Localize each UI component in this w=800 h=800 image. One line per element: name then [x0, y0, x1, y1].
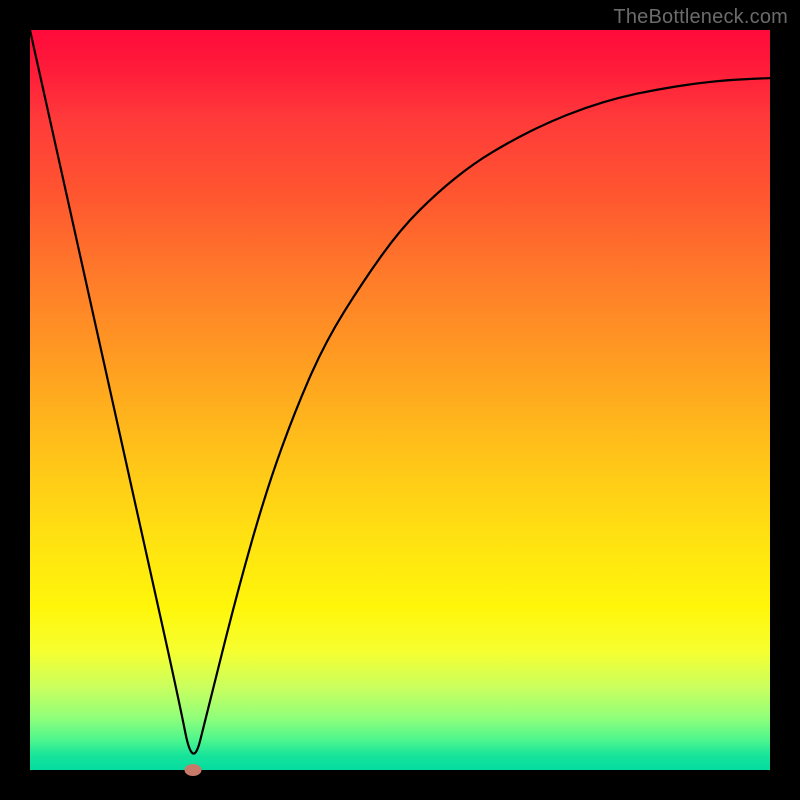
plot-area [30, 30, 770, 770]
watermark-text: TheBottleneck.com [613, 6, 788, 29]
optimum-marker [184, 764, 201, 776]
bottleneck-curve [30, 30, 770, 754]
chart-frame: TheBottleneck.com [0, 0, 800, 800]
curve-layer [30, 30, 770, 770]
